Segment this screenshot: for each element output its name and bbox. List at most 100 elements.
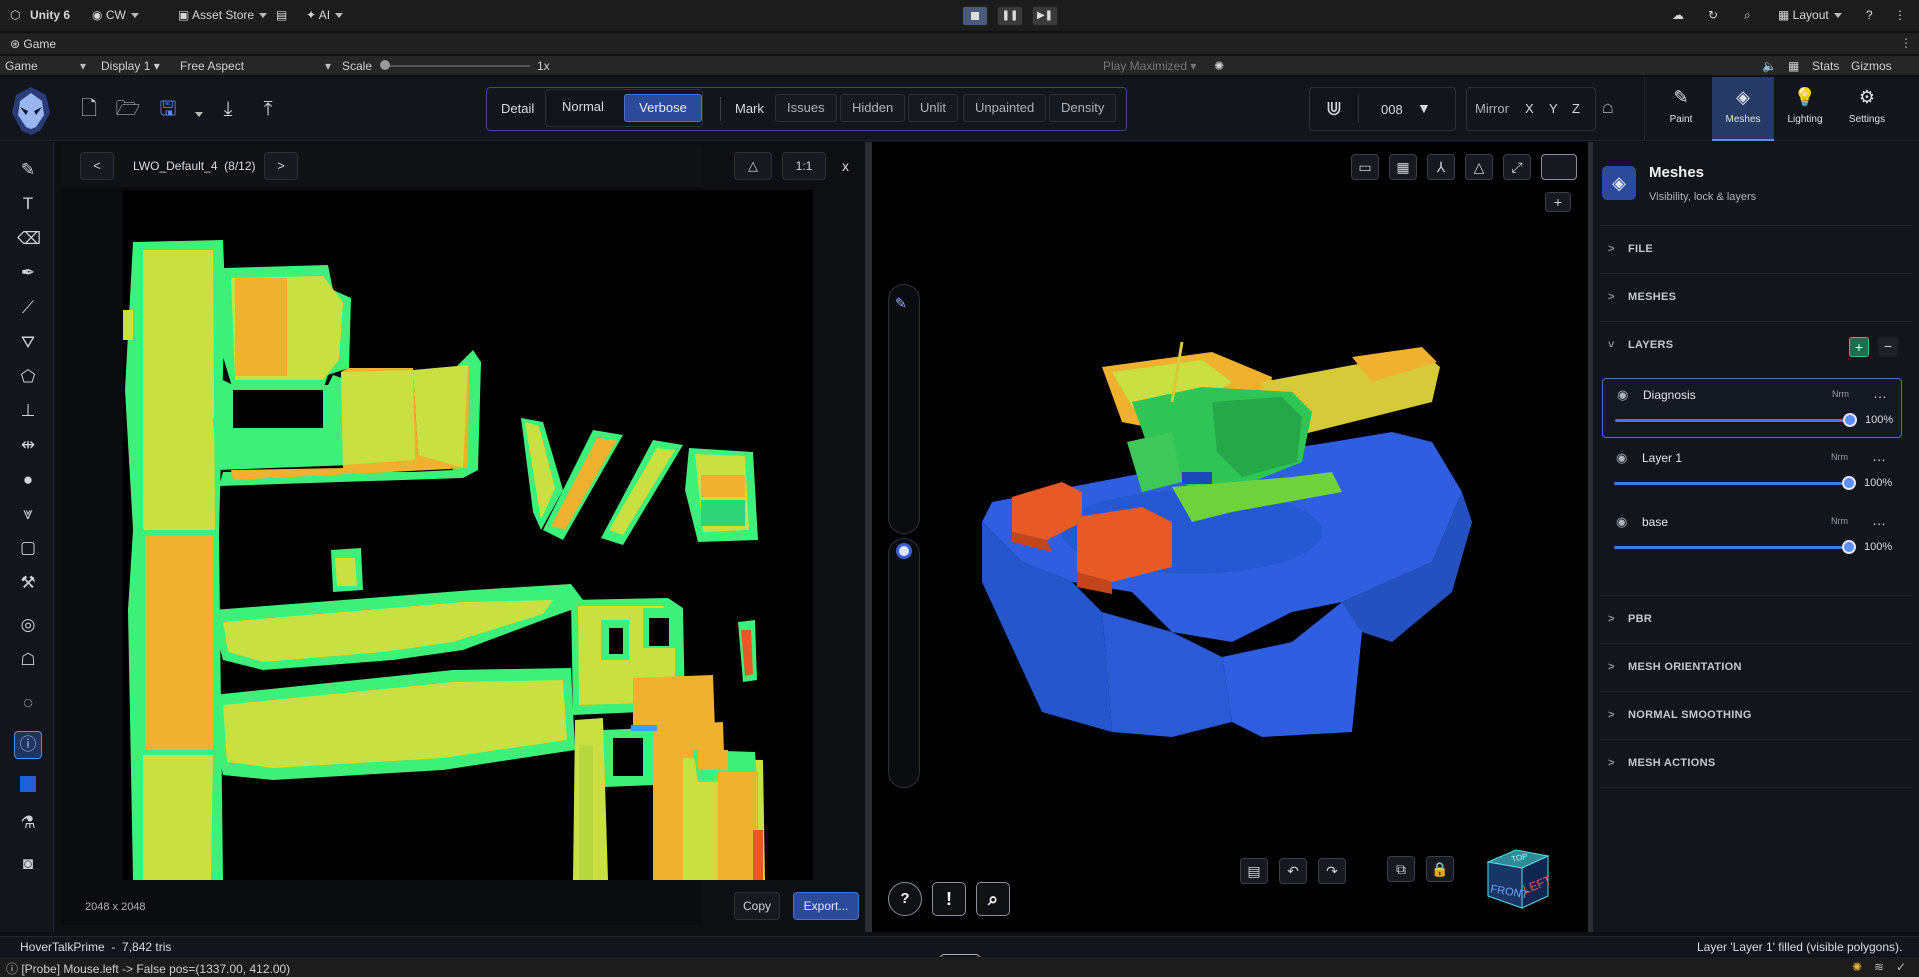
lock-icon[interactable]: 🔒: [1426, 856, 1454, 882]
issues-button[interactable]: !: [932, 882, 966, 916]
next-texture-button[interactable]: >: [264, 152, 298, 180]
section-normal-smoothing[interactable]: > NORMAL SMOOTHING: [1600, 692, 1912, 740]
help-button[interactable]: ?: [888, 882, 922, 916]
mirror-y-button[interactable]: Y: [1549, 101, 1558, 116]
smudge-tool-icon[interactable]: ●: [17, 469, 39, 491]
layer-menu-icon[interactable]: …: [1872, 512, 1886, 528]
view-dropdown[interactable]: Game: [5, 59, 38, 73]
uv-texture-canvas[interactable]: [121, 190, 813, 880]
ghost-tool-icon[interactable]: ☖: [17, 649, 39, 671]
audio-icon[interactable]: 🔈: [1762, 59, 1777, 73]
brush-opacity-slider[interactable]: [888, 538, 920, 788]
color-swatch[interactable]: [17, 773, 39, 795]
display-dropdown[interactable]: Display 1 ▾: [101, 59, 160, 73]
eyedropper-tool-icon[interactable]: ✒: [17, 262, 39, 284]
import-icon[interactable]: ⤓: [214, 95, 242, 123]
export-icon[interactable]: ⤒: [254, 95, 282, 123]
mark-unlit-button[interactable]: Unlit: [908, 94, 959, 122]
view-cube[interactable]: TOP FRONT LEFT: [1486, 834, 1564, 912]
ai-dropdown[interactable]: ✦ AI: [306, 8, 344, 22]
view-transform-icon[interactable]: ⤢: [1503, 154, 1531, 180]
undo-icon[interactable]: ↶: [1279, 858, 1307, 884]
zoom-1to1-button[interactable]: 1:1: [782, 152, 826, 180]
mark-issues-button[interactable]: Issues: [775, 94, 837, 122]
mark-hidden-button[interactable]: Hidden: [840, 94, 906, 122]
cloud-icon[interactable]: ☁: [1672, 8, 1684, 22]
zoom-search-button[interactable]: ⌕: [976, 882, 1010, 916]
scale-slider-knob[interactable]: [380, 60, 390, 70]
detail-normal-button[interactable]: Normal: [551, 94, 615, 122]
view-rect-icon[interactable]: ▭: [1351, 154, 1379, 180]
new-file-icon[interactable]: 🗋: [75, 95, 103, 123]
detail-verbose-button[interactable]: Verbose: [624, 94, 702, 122]
flask-tool-icon[interactable]: ⚗: [17, 812, 39, 834]
layer-item[interactable]: ◉ base Nrm … 100%: [1602, 506, 1902, 566]
opacity-knob[interactable]: [1843, 413, 1857, 427]
tab-lighting[interactable]: 💡 Lighting: [1774, 77, 1836, 141]
mirror-tool-icon[interactable]: ⇹: [17, 434, 39, 456]
export-button[interactable]: Export...: [793, 892, 859, 920]
account-dropdown[interactable]: ◉ CW: [92, 8, 139, 22]
play-button[interactable]: [962, 6, 988, 26]
section-pbr[interactable]: > PBR: [1600, 596, 1912, 644]
tab-menu-icon[interactable]: ⋮: [1900, 36, 1912, 50]
eye-icon[interactable]: ◉: [1617, 387, 1628, 403]
gizmos-button[interactable]: Gizmos: [1851, 59, 1892, 73]
search-icon[interactable]: ⌕: [1744, 8, 1751, 23]
opacity-knob[interactable]: [1842, 540, 1856, 554]
stats-button[interactable]: Stats: [1812, 59, 1839, 73]
help-icon[interactable]: ?: [1866, 8, 1873, 22]
text-tool-icon[interactable]: T: [17, 193, 39, 215]
section-mesh-actions[interactable]: > MESH ACTIONS: [1600, 740, 1912, 788]
add-view-button[interactable]: +: [1545, 192, 1571, 212]
aspect-dropdown[interactable]: Free Aspect: [180, 59, 244, 73]
mirror-x-button[interactable]: X: [1525, 101, 1534, 116]
view-axis-icon[interactable]: ⅄: [1427, 154, 1455, 180]
clipboard-icon[interactable]: ▤: [1240, 858, 1268, 884]
camera-tool-icon[interactable]: ◙: [17, 853, 39, 875]
eye-icon[interactable]: ◉: [1616, 514, 1627, 530]
lighting-icon[interactable]: ✺: [1852, 960, 1862, 974]
light-tool-icon[interactable]: ◌: [17, 692, 39, 714]
panel-splitter[interactable]: [865, 142, 872, 932]
prev-texture-button[interactable]: <: [80, 152, 114, 180]
clipboard-tool-icon[interactable]: ▢: [17, 537, 39, 559]
tab-meshes[interactable]: ◈ Meshes: [1712, 77, 1774, 141]
opacity-slider[interactable]: [1614, 482, 1848, 485]
view-grid-icon[interactable]: ▦: [1389, 154, 1417, 180]
mirror-z-button[interactable]: Z: [1572, 101, 1580, 116]
step-button[interactable]: ▶❚: [1032, 6, 1058, 26]
hammer-tool-icon[interactable]: ⚒: [17, 572, 39, 594]
eraser-tool-icon[interactable]: ⌫: [17, 228, 41, 250]
layer-menu-icon[interactable]: …: [1872, 448, 1886, 464]
brush-tool-icon[interactable]: ✎: [17, 159, 39, 181]
target-tool-icon[interactable]: ◎: [17, 614, 39, 636]
scale-slider[interactable]: [385, 65, 530, 67]
brush-size-slider[interactable]: ✎: [888, 284, 920, 534]
remove-layer-button[interactable]: −: [1878, 337, 1898, 357]
build-icon[interactable]: ≋: [1874, 960, 1884, 974]
opacity-slider[interactable]: [1615, 419, 1849, 422]
layer-menu-icon[interactable]: …: [1873, 385, 1887, 401]
layer-item[interactable]: ◉ Diagnosis Nrm … 100%: [1602, 378, 1902, 438]
blend-mode[interactable]: Nrm: [1831, 516, 1848, 526]
brush-number-dropdown[interactable]: 008 ▼: [1358, 95, 1448, 123]
blend-mode[interactable]: Nrm: [1831, 452, 1848, 462]
duplicate-icon[interactable]: ⧉: [1387, 856, 1415, 882]
stamp-tool-icon[interactable]: ⊥: [17, 400, 39, 422]
eye-icon[interactable]: ◉: [1616, 450, 1627, 466]
line-tool-icon[interactable]: ⟋: [17, 297, 39, 319]
blend-mode[interactable]: Nrm: [1832, 389, 1849, 399]
tab-settings[interactable]: ⚙ Settings: [1836, 77, 1898, 141]
layer-item[interactable]: ◉ Layer 1 Nrm … 100%: [1602, 442, 1902, 502]
section-mesh-orientation[interactable]: > MESH ORIENTATION: [1600, 644, 1912, 692]
game-tab[interactable]: ⊛ Game: [10, 37, 56, 51]
fill-tool-icon[interactable]: ⛛: [17, 332, 39, 354]
close-uv-button[interactable]: x: [842, 158, 849, 174]
section-file[interactable]: > FILE: [1600, 226, 1912, 274]
console-message[interactable]: ⓘ [Probe] Mouse.left -> False pos=(1337.…: [6, 960, 290, 977]
path-tool-icon[interactable]: ⬠: [17, 366, 39, 388]
redo-icon[interactable]: ↷: [1318, 858, 1346, 884]
opacity-slider[interactable]: [1614, 546, 1848, 549]
open-folder-icon[interactable]: 🗁: [114, 95, 142, 123]
